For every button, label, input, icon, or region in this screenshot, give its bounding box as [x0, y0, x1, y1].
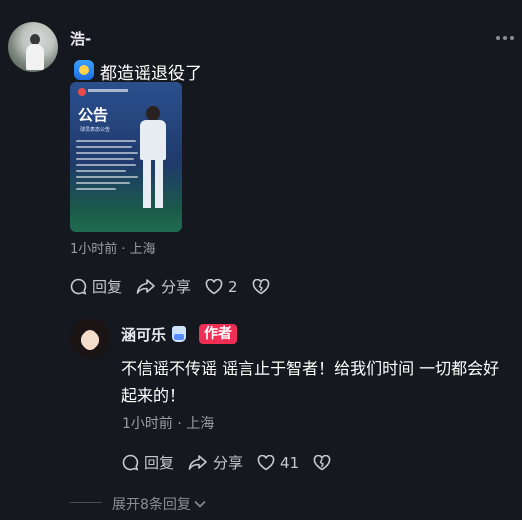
more-options-icon[interactable] [496, 36, 514, 42]
post-actions: 回复 分享 2 [70, 276, 270, 297]
chevron-down-icon [194, 500, 206, 508]
club-logo-icon [78, 88, 86, 96]
broken-heart-icon [313, 454, 331, 470]
broken-heart-icon [252, 278, 269, 294]
reply-share-button[interactable]: 分享 [188, 452, 243, 473]
drink-icon [172, 326, 186, 342]
share-icon [188, 455, 207, 470]
expand-replies-button[interactable]: 展开8条回复 [112, 494, 206, 514]
heart-icon [205, 278, 223, 294]
reply-meta: 1小时前 · 上海 [122, 416, 215, 432]
heart-icon [257, 454, 275, 470]
post-username[interactable]: 浩- [70, 28, 91, 49]
emoji-icon [74, 60, 94, 80]
image-subtitle: 球员表态公告 [80, 127, 111, 133]
reply-actions: 回复 分享 41 [122, 452, 331, 473]
reply-like-button[interactable]: 41 [257, 454, 299, 472]
player-figure [136, 106, 170, 218]
avatar[interactable] [8, 22, 58, 72]
dislike-button[interactable] [252, 278, 270, 295]
reply-text: 不信谣不传谣 谣言止于智者！给我们时间 一切都会好起来的！ [121, 359, 500, 405]
share-button[interactable]: 分享 [136, 276, 191, 297]
reply-avatar[interactable] [70, 318, 110, 358]
reply-username[interactable]: 涵可乐 [121, 324, 166, 345]
reply-dislike-button[interactable] [313, 454, 331, 471]
divider [70, 502, 102, 503]
share-icon [136, 279, 155, 294]
reply-reply-button[interactable]: 回复 [122, 452, 174, 473]
comment-icon [70, 278, 87, 295]
comment-icon [122, 454, 139, 471]
like-button[interactable]: 2 [205, 278, 238, 296]
post-text: 都造谣退役了 [100, 64, 202, 84]
post-meta: 1小时前 · 上海 [70, 242, 156, 257]
post-image[interactable]: 公告 球员表态公告 [70, 82, 182, 232]
reply-button[interactable]: 回复 [70, 276, 122, 297]
image-title: 公告 [78, 106, 109, 124]
author-badge: 作者 [199, 324, 237, 344]
